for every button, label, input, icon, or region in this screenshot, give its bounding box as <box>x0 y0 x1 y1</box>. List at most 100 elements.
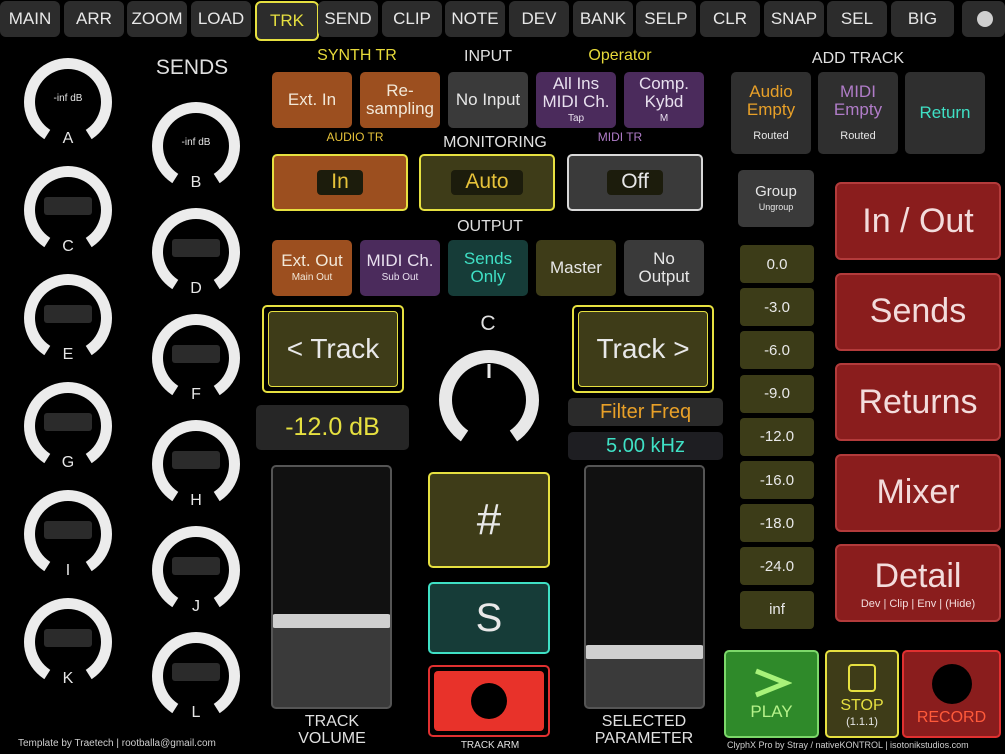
panel-in-out-button[interactable]: In / Out <box>835 182 1001 260</box>
db-preset-button[interactable]: -24.0 <box>740 547 814 586</box>
nav-load[interactable]: LOAD <box>191 1 251 37</box>
param-fader-handle[interactable] <box>586 645 703 659</box>
play-label: PLAY <box>750 702 793 722</box>
stop-button[interactable]: STOP (1.1.1) <box>825 650 899 738</box>
comp-kybd-button[interactable]: Comp. Kybd M <box>624 72 704 128</box>
hash-button[interactable]: # <box>428 472 550 568</box>
comp-kybd-label: Comp. Kybd <box>638 74 690 112</box>
send-knob-label: L <box>191 704 201 721</box>
monitor-auto-button[interactable]: Auto <box>419 154 555 211</box>
param-value-text: 5.00 kHz <box>606 434 685 457</box>
stop-sub: (1.1.1) <box>846 715 878 728</box>
db-preset-button[interactable]: -18.0 <box>740 504 814 543</box>
ext-in-button[interactable]: Ext. In <box>272 72 352 128</box>
input-header: INPUT <box>464 48 512 65</box>
all-ins-label: All Ins MIDI Ch. <box>542 74 610 112</box>
send-knob-label: D <box>190 280 202 297</box>
sends-title: SENDS <box>155 56 229 79</box>
monitor-auto-label: Auto <box>451 170 523 195</box>
midi-ch-out-button[interactable]: MIDI Ch. Sub Out <box>360 240 440 296</box>
nav-clip[interactable]: CLIP <box>382 1 442 37</box>
monitor-in-label: In <box>317 170 363 195</box>
db-preset-button[interactable]: -9.0 <box>740 374 814 413</box>
panel-mixer-button[interactable]: Mixer <box>835 453 1001 532</box>
panel-button-label: Detail <box>874 556 962 595</box>
nav-trk[interactable]: TRK <box>255 1 319 41</box>
send-knob-label: K <box>62 670 74 687</box>
footer-right: ClyphX Pro by Stray / nativeKONTROL | is… <box>727 740 969 750</box>
monitor-off-label: Off <box>607 170 663 195</box>
selected-param-fader[interactable] <box>584 465 705 709</box>
monitor-off-button[interactable]: Off <box>567 154 703 211</box>
db-preset-button[interactable]: 0.0 <box>740 245 814 283</box>
solo-button[interactable]: S <box>428 582 550 654</box>
no-output-label: No Output <box>638 249 690 286</box>
add-midi-track-button[interactable]: MIDI Empty Routed <box>818 72 898 154</box>
record-icon <box>931 663 972 704</box>
nav-sel[interactable]: SEL <box>827 1 887 37</box>
center-knob[interactable] <box>435 350 543 450</box>
no-input-button[interactable]: No Input <box>448 72 528 128</box>
volume-fader-handle[interactable] <box>273 614 390 628</box>
resampling-button[interactable]: Re- sampling <box>360 72 440 128</box>
add-midi-sub: Routed <box>840 130 876 143</box>
db-preset-button[interactable]: inf <box>740 590 814 629</box>
send-knob-value: -inf dB <box>181 137 211 148</box>
track-arm-button[interactable] <box>428 665 550 737</box>
nav-main[interactable]: MAIN <box>0 1 60 37</box>
solo-label: S <box>475 596 503 640</box>
play-button[interactable]: PLAY <box>724 650 819 738</box>
midi-ch-label: MIDI Ch. <box>366 251 434 271</box>
send-knob-label: E <box>62 346 74 363</box>
master-out-button[interactable]: Master <box>536 240 616 296</box>
add-return-label: Return <box>919 103 971 123</box>
top-nav: MAIN ARR ZOOM LOAD TRK SEND CLIP NOTE DEV BANK SEL… <box>0 0 1005 41</box>
panel-button-label: Sends <box>869 292 967 330</box>
add-audio-sub: Routed <box>753 130 789 143</box>
db-preset-button[interactable]: -16.0 <box>740 461 814 499</box>
prev-track-label: < Track <box>268 311 398 387</box>
stop-icon <box>848 663 876 692</box>
group-label: Group <box>755 183 797 201</box>
nav-selp[interactable]: SELP <box>636 1 696 37</box>
panel-detail-button[interactable]: Detail Dev | Clip | Env | (Hide) <box>835 544 1001 622</box>
add-return-track-button[interactable]: Return <box>905 72 985 154</box>
midi-ch-sub: Sub Out <box>381 272 419 284</box>
sends-only-button[interactable]: Sends Only <box>448 240 528 296</box>
nav-send[interactable]: SEND <box>318 1 378 37</box>
prev-track-button[interactable]: < Track <box>262 305 404 393</box>
add-audio-label: Audio Empty <box>746 82 796 120</box>
resampling-label: Re- sampling <box>365 81 435 118</box>
panel-sends-button[interactable]: Sends <box>835 272 1001 351</box>
selected-param-label: SELECTED PARAMETER <box>594 713 694 747</box>
db-preset-button[interactable]: -6.0 <box>740 331 814 370</box>
record-dot-icon <box>471 683 507 719</box>
add-audio-track-button[interactable]: Audio Empty Routed <box>731 72 811 154</box>
volume-fader-empty <box>273 467 390 621</box>
ext-out-button[interactable]: Ext. Out Main Out <box>272 240 352 296</box>
next-track-button[interactable]: Track > <box>572 305 714 393</box>
no-output-button[interactable]: No Output <box>624 240 704 296</box>
nav-bank[interactable]: BANK <box>573 1 633 37</box>
group-button[interactable]: Group Ungroup <box>738 170 814 227</box>
panel-button-label: Returns <box>858 382 978 421</box>
nav-dev[interactable]: DEV <box>509 1 569 37</box>
comp-kybd-sub: M <box>659 113 669 125</box>
db-preset-button[interactable]: -12.0 <box>740 417 814 456</box>
all-ins-midi-button[interactable]: All Ins MIDI Ch. Tap <box>536 72 616 128</box>
nav-note[interactable]: NOTE <box>445 1 505 37</box>
nav-clr[interactable]: CLR <box>700 1 760 37</box>
nav-arr[interactable]: ARR <box>64 1 124 37</box>
db-preset-button[interactable]: -3.0 <box>740 288 814 327</box>
nav-big[interactable]: BIG <box>891 1 954 37</box>
all-ins-sub: Tap <box>567 113 585 125</box>
send-knob-value: -inf dB <box>53 93 83 104</box>
monitor-in-button[interactable]: In <box>272 154 408 211</box>
nav-snap[interactable]: SNAP <box>764 1 824 37</box>
track-volume-fader[interactable] <box>271 465 392 709</box>
panel-returns-button[interactable]: Returns <box>835 363 1001 441</box>
ext-out-sub: Main Out <box>291 272 333 284</box>
record-button[interactable]: RECORD <box>902 650 1001 738</box>
param-value: 5.00 kHz <box>568 432 723 460</box>
nav-zoom[interactable]: ZOOM <box>127 1 187 37</box>
